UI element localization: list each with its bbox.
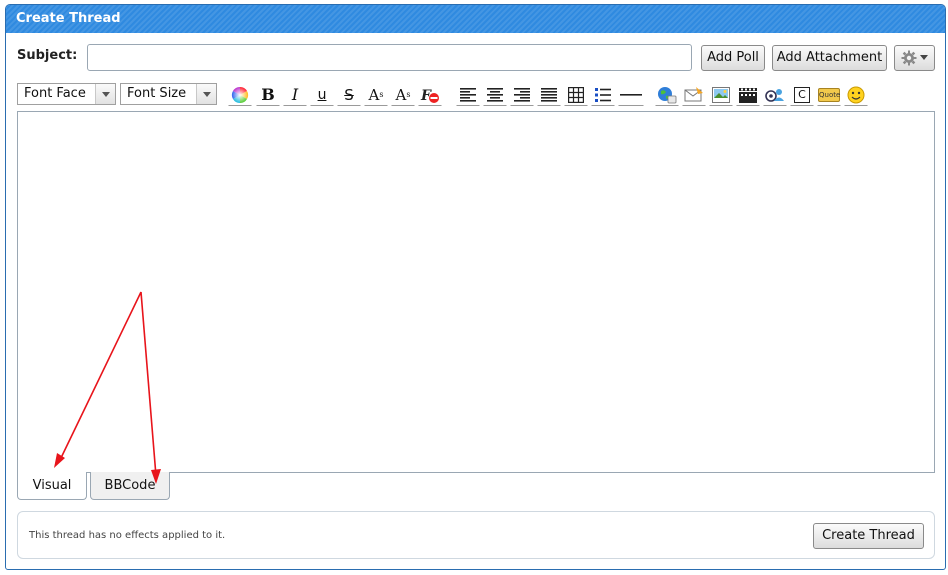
insert-table-button[interactable] [564, 84, 588, 106]
image-icon [712, 87, 730, 103]
email-icon [684, 87, 704, 103]
remove-format-button[interactable]: F [418, 84, 442, 106]
strikethrough-label: S [344, 85, 354, 104]
subscript-label: A [395, 85, 407, 104]
italic-button[interactable]: I [283, 84, 307, 106]
chevron-down-icon [196, 84, 216, 104]
justify-icon [541, 88, 557, 102]
italic-label: I [291, 85, 299, 104]
align-center-button[interactable] [483, 84, 507, 106]
insert-image-button[interactable] [709, 84, 733, 106]
horizontal-rule-icon [620, 93, 642, 97]
horizontal-rule-button[interactable] [618, 84, 644, 106]
mention-icon [765, 87, 785, 103]
bold-label: B [261, 85, 275, 104]
superscript-label: A [368, 85, 380, 104]
gear-icon [901, 50, 917, 66]
font-size-select[interactable]: Font Size [120, 83, 217, 105]
tab-bbcode[interactable]: BBCode [90, 472, 170, 500]
font-size-label: Font Size [127, 86, 187, 101]
insert-email-button[interactable] [682, 84, 706, 106]
color-wheel-icon [231, 86, 249, 104]
underline-label: u [317, 87, 327, 103]
text-color-button[interactable] [228, 84, 252, 106]
message-editor[interactable] [17, 111, 935, 473]
create-thread-button[interactable]: Create Thread [813, 523, 924, 549]
bullet-list-icon [595, 88, 611, 102]
insert-code-button[interactable]: C [790, 84, 814, 106]
strikethrough-button[interactable]: S [337, 84, 361, 106]
video-icon [739, 87, 757, 103]
link-globe-icon [657, 86, 677, 104]
bold-button[interactable]: B [256, 84, 280, 106]
add-attachment-button[interactable]: Add Attachment [772, 45, 887, 71]
align-right-button[interactable] [510, 84, 534, 106]
justify-button[interactable] [537, 84, 561, 106]
insert-quote-button[interactable]: Quote [817, 84, 841, 106]
font-face-label: Font Face [24, 86, 86, 101]
font-face-select[interactable]: Font Face [17, 83, 116, 105]
table-icon [568, 87, 584, 103]
create-thread-panel: Create Thread Subject: Add Poll Add Atta… [5, 4, 946, 570]
options-menu-button[interactable] [894, 45, 935, 71]
align-right-icon [514, 88, 530, 102]
chevron-down-icon [95, 84, 115, 104]
add-poll-button[interactable]: Add Poll [701, 45, 765, 71]
subject-input[interactable] [87, 44, 692, 71]
align-left-icon [460, 88, 476, 102]
bullet-list-button[interactable] [591, 84, 615, 106]
panel-title: Create Thread [6, 5, 945, 33]
align-left-button[interactable] [456, 84, 480, 106]
code-icon: C [794, 87, 810, 103]
footer-bar: This thread has no effects applied to it… [17, 511, 935, 559]
remove-format-icon: F [420, 86, 440, 104]
insert-smilie-button[interactable] [844, 84, 868, 106]
insert-video-button[interactable] [736, 84, 760, 106]
thread-effects-text: This thread has no effects applied to it… [29, 530, 226, 541]
mention-button[interactable] [763, 84, 787, 106]
tab-visual[interactable]: Visual [17, 472, 87, 500]
insert-link-button[interactable] [655, 84, 679, 106]
underline-button[interactable]: u [310, 84, 334, 106]
subject-label: Subject: [17, 48, 78, 63]
smilie-icon [847, 86, 865, 104]
quote-icon: Quote [818, 88, 840, 102]
subscript-button[interactable]: As [391, 84, 415, 106]
superscript-button[interactable]: As [364, 84, 388, 106]
chevron-down-icon [920, 55, 928, 61]
align-center-icon [487, 88, 503, 102]
